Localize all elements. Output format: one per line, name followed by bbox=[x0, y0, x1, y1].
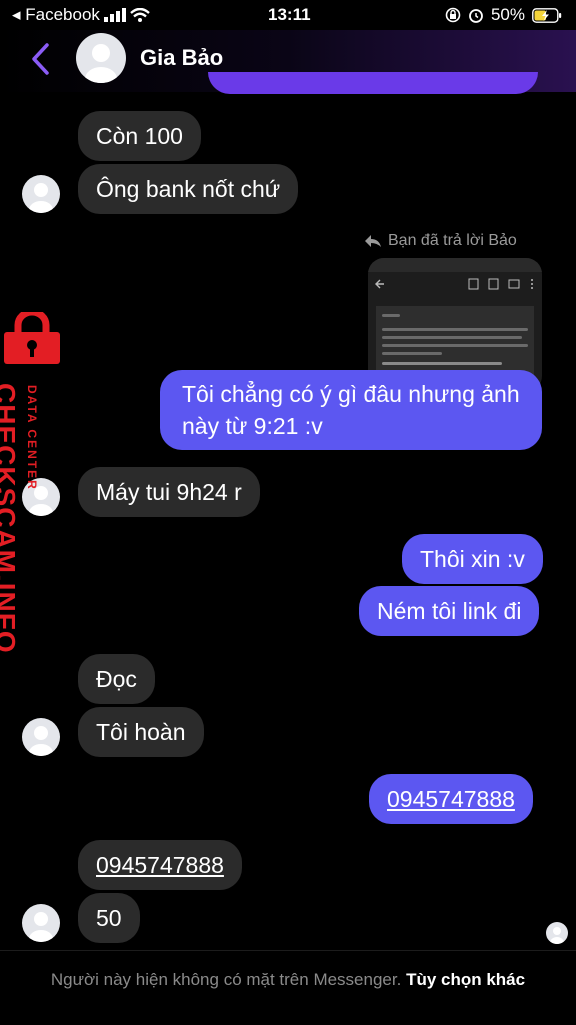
contact-name[interactable]: Gia Bảo bbox=[140, 45, 223, 71]
phone-number-link[interactable]: 0945747888 bbox=[369, 774, 533, 824]
battery-charging-icon bbox=[532, 7, 562, 23]
clock: 13:11 bbox=[268, 5, 311, 24]
carrier-label[interactable]: ◂ Facebook bbox=[12, 5, 100, 25]
alarm-icon bbox=[469, 9, 483, 23]
status-bar: ◂ Facebook 13:11 50% bbox=[0, 0, 576, 30]
unavailable-notice: Người này hiện không có mặt trên Messeng… bbox=[40, 968, 536, 992]
reply-indicator: Bạn đã trả lời Bảo bbox=[364, 232, 517, 250]
message-bubble-incoming[interactable]: Ông bank nốt chứ bbox=[78, 164, 299, 214]
thumbnail-back-icon bbox=[375, 279, 384, 289]
sender-avatar[interactable] bbox=[22, 718, 60, 756]
sender-avatar[interactable] bbox=[22, 904, 60, 942]
message-bubble-incoming[interactable]: 50 bbox=[78, 893, 140, 943]
more-options-link[interactable]: Tùy chọn khác bbox=[406, 970, 525, 989]
watermark-title: CHECKSCAM.INFO bbox=[0, 383, 21, 654]
battery-percent: 50% bbox=[490, 5, 525, 24]
message-bubble-incoming[interactable]: Còn 100 bbox=[78, 111, 201, 161]
message-bubble-incoming[interactable]: Máy tui 9h24 r bbox=[78, 467, 260, 517]
thumbnail-toolbar-icons bbox=[468, 278, 533, 290]
message-bubble-outgoing[interactable]: Thôi xin :v bbox=[402, 534, 543, 584]
unavailable-text: Người này hiện không có mặt trên Messeng… bbox=[50, 970, 402, 989]
seen-indicator-avatar bbox=[546, 922, 568, 944]
message-bubble-outgoing[interactable]: Tôi chẳng có ý gì đâu nhưng ảnh này từ 9… bbox=[160, 370, 542, 450]
watermark-subtitle: DATA CENTER bbox=[25, 385, 39, 491]
watermark-lock-icon bbox=[4, 312, 60, 364]
previous-outgoing-bubble[interactable] bbox=[208, 72, 538, 94]
status-right: 50% bbox=[445, 5, 562, 25]
contact-avatar[interactable] bbox=[76, 33, 126, 83]
message-bubble-incoming[interactable]: Đọc bbox=[78, 654, 155, 704]
signal-icon bbox=[103, 8, 126, 22]
message-bubble-outgoing[interactable]: Ném tôi link đi bbox=[359, 586, 540, 636]
message-bubble-incoming[interactable]: Tôi hoàn bbox=[78, 707, 204, 757]
wifi-icon bbox=[130, 8, 150, 22]
reply-arrow-icon bbox=[365, 235, 381, 247]
orientation-lock-icon bbox=[445, 7, 461, 23]
status-left: ◂ Facebook bbox=[12, 5, 150, 25]
phone-number-link[interactable]: 0945747888 bbox=[78, 840, 242, 890]
sender-avatar[interactable] bbox=[22, 175, 60, 213]
back-chevron-icon[interactable] bbox=[30, 42, 52, 76]
watermark: DATA CENTER CHECKSCAM.INFO bbox=[0, 383, 39, 654]
reply-note-text: Bạn đã trả lời Bảo bbox=[388, 232, 517, 249]
thumbnail-status-bar bbox=[368, 258, 542, 272]
